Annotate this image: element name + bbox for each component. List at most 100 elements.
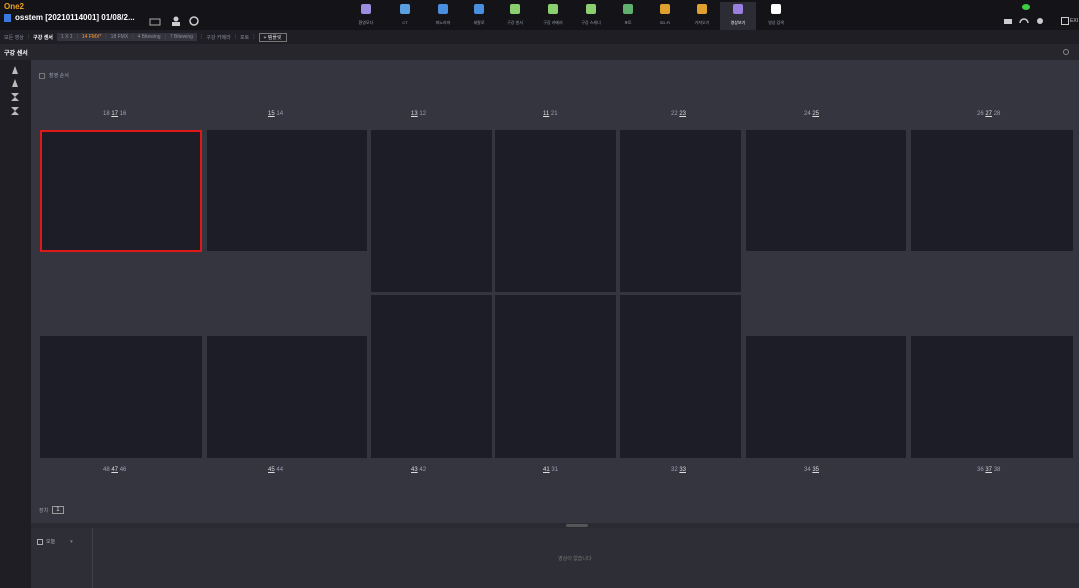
lower-label-1: 45 44 [268, 467, 283, 473]
camera-icon [548, 4, 558, 14]
module-tab-7[interactable]: 포토 [610, 2, 646, 30]
date-dropdown[interactable]: 오늘 ▾ [37, 538, 73, 545]
tooth-number: 46 [118, 467, 127, 473]
image-slot-0[interactable] [40, 130, 202, 252]
image-slot-10[interactable] [495, 295, 616, 458]
headset-icon[interactable] [1019, 17, 1029, 25]
tooth-number-primary: 25 [812, 111, 820, 117]
bitewing-icon[interactable] [10, 92, 20, 102]
capture-order-row[interactable]: 촬영 순서 [39, 72, 69, 79]
module-tab-2[interactable]: 파노라마 [425, 2, 461, 30]
capture-order-checkbox[interactable] [39, 72, 45, 79]
module-tab-label: 영상 검색 [768, 20, 784, 25]
import-icon [697, 4, 707, 14]
lower-tooth-icon[interactable] [10, 78, 20, 88]
module-tab-3[interactable]: 세팔로 [461, 2, 497, 30]
image-slot-3[interactable] [495, 130, 616, 292]
layout-18fmx[interactable]: 18 FMX [111, 34, 129, 40]
separator: | [234, 34, 236, 40]
image-slot-5[interactable] [746, 130, 906, 251]
add-template-button[interactable]: + 템플릿 [258, 32, 287, 42]
upper-label-5: 24 25 [804, 111, 819, 117]
calendar-icon [37, 538, 43, 545]
exit-icon[interactable] [1061, 17, 1069, 25]
image-slot-4[interactable] [620, 130, 741, 292]
tooth-number-primary: 41 [543, 467, 550, 473]
tooth-number-primary: 33 [679, 467, 687, 473]
separator: | [105, 34, 107, 40]
module-tab-8[interactable]: SD-FI [647, 2, 683, 30]
print-icon[interactable] [1003, 17, 1013, 25]
image-slot-2[interactable] [371, 130, 492, 292]
module-tab-label: 구강 센서 [507, 20, 523, 25]
layout-14fmx[interactable]: 14 FMX* [82, 34, 101, 40]
camera-tab[interactable]: 구강 카메라 [206, 34, 230, 41]
left-toolstrip [0, 60, 31, 588]
gear-icon[interactable] [1035, 17, 1045, 25]
module-tab-11[interactable]: 영상 검색 [758, 2, 794, 30]
panorama-icon [438, 4, 448, 14]
module-tab-label: 파노라마 [435, 20, 451, 25]
module-tab-label: 구강 스캐너 [581, 20, 601, 25]
patient-info-icon[interactable] [170, 14, 182, 26]
separator: | [253, 34, 255, 40]
module-tab-5[interactable]: 구강 카메라 [535, 2, 571, 30]
photo-icon [623, 4, 633, 14]
splitter-handle[interactable] [566, 524, 588, 527]
layout-1x1[interactable]: 1 X 1 [61, 34, 73, 40]
module-tab-10[interactable]: 영상보기 [720, 2, 756, 30]
image-slot-1[interactable] [207, 130, 367, 251]
date-dropdown-value: 오늘 [46, 539, 56, 545]
lower-label-4: 32 33 [671, 467, 686, 473]
separator: | [200, 34, 203, 40]
image-slot-6[interactable] [911, 130, 1073, 251]
image-slot-13[interactable] [911, 336, 1073, 458]
device-count-value[interactable]: 1 [52, 506, 64, 514]
module-tab-9[interactable]: 가져오기 [684, 2, 720, 30]
photo-tab[interactable]: 포토 [240, 34, 249, 41]
separator: | [164, 34, 166, 40]
image-slot-12[interactable] [746, 336, 906, 458]
thumbnail-area: 오늘 ▾ 영상이 없습니다 [31, 528, 1079, 588]
module-tab-1[interactable]: CT [387, 2, 423, 30]
module-tab-label: CT [402, 20, 408, 25]
ceph-icon [474, 4, 484, 14]
ct-icon [400, 4, 410, 14]
module-tab-label: 환영모다 [358, 20, 374, 25]
layout-4bitewing[interactable]: 4 Bitewing [138, 34, 161, 40]
layout-7bitewing[interactable]: 7 Bitewing [170, 34, 193, 40]
upper-tooth-icon[interactable] [10, 65, 20, 75]
all-images-tab[interactable]: 모든 영상 [4, 34, 24, 41]
lower-label-6: 36 37 38 [977, 467, 1000, 473]
module-tab-6[interactable]: 구강 스캐너 [573, 2, 609, 30]
vertical-bitewing-icon[interactable] [10, 106, 20, 116]
lower-label-0: 48 47 46 [103, 467, 126, 473]
keyboard-icon[interactable] [149, 14, 161, 26]
patient-title[interactable]: osstem [20210114001] 01/08/2... [4, 13, 135, 22]
tooth-number: 31 [549, 467, 559, 473]
patient-name: osstem [20210114001] 01/08/2... [15, 13, 135, 22]
tooth-number: 44 [274, 467, 284, 473]
device-count: 장치 1 [39, 506, 64, 514]
refresh-icon[interactable] [188, 14, 200, 26]
image-slot-7[interactable] [40, 336, 202, 458]
exit-label[interactable]: EXI [1070, 18, 1078, 24]
module-tab-label: 구강 카메라 [543, 20, 563, 25]
image-slot-11[interactable] [620, 295, 741, 458]
intraoral-tab[interactable]: 구강 센서 [33, 34, 53, 41]
fmx-layout-area: 촬영 순서 18 17 16 15 14 13 12 11 21 22 23 24 25 2… [31, 60, 1079, 523]
tooth-number: 28 [992, 111, 1001, 117]
capture-order-label: 촬영 순서 [49, 73, 69, 79]
module-tab-4[interactable]: 구강 센서 [497, 2, 533, 30]
lower-label-3: 41 31 [543, 467, 558, 473]
image-slot-8[interactable] [207, 336, 367, 458]
module-tab-label: 세팔로 [473, 20, 485, 25]
grid-icon [733, 4, 743, 14]
module-tab-0[interactable]: 환영모다 [348, 2, 384, 30]
lower-label-2: 43 42 [411, 467, 426, 473]
folder-icon [660, 4, 670, 14]
bottom-panel: 오늘 ▾ 영상이 없습니다 [31, 523, 1079, 588]
chevron-down-icon: ▾ [70, 538, 73, 545]
image-slot-9[interactable] [371, 295, 492, 458]
panel-settings-icon[interactable] [1063, 49, 1069, 55]
